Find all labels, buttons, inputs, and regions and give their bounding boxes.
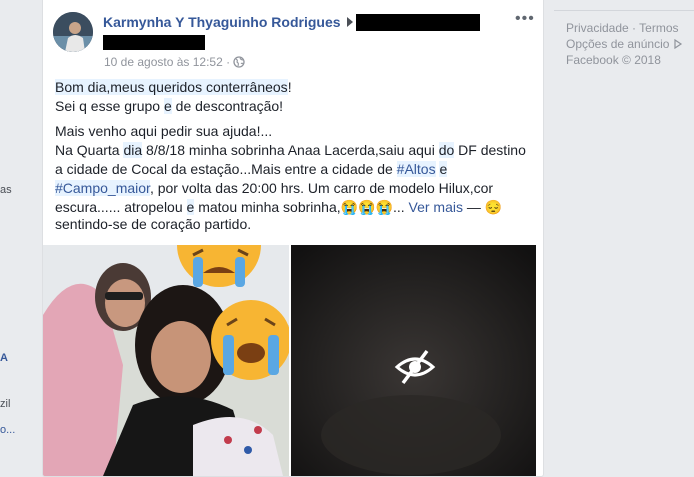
hidden-photo[interactable] [291, 245, 536, 476]
terms-link[interactable]: Termos [639, 21, 678, 35]
text-highlight: e [163, 98, 172, 114]
text: ! [287, 79, 292, 95]
text: Sei q esse grupo [55, 98, 164, 114]
sidebar-footer: Privacidade · Termos Opções de anúncio F… [566, 20, 694, 68]
text: Na Quarta [55, 142, 124, 158]
feeling-emoji: 😔 [484, 199, 503, 215]
text: matou minha sobrinha, [194, 199, 341, 215]
author-name[interactable]: Karmynha Y Thyaguinho Rodrigues [103, 14, 341, 30]
text: Mais venho aqui pedir sua ajuda!... [55, 123, 273, 139]
text: escura...... atropelou [55, 199, 187, 215]
text: 8/8/18 minha sobrinha Anaa Lacerda,saiu … [142, 142, 439, 158]
eye-slash-icon [394, 349, 436, 385]
text: , por volta das 20:00 hrs. Um carro de m… [149, 180, 494, 196]
text-highlight: do [438, 142, 455, 158]
fragment-text: as [0, 184, 12, 196]
crying-emoji: 😭😭😭 [340, 199, 393, 215]
text: a cidade de Cocal da estação...Mais entr… [55, 161, 397, 177]
text: ... [392, 199, 409, 215]
text: de descontração! [171, 98, 284, 114]
ad-choices-icon[interactable] [673, 38, 683, 50]
hashtag-link[interactable]: #Campo_maior [55, 180, 150, 196]
fragment-text: zil [0, 398, 11, 410]
author-avatar[interactable] [53, 12, 93, 52]
post-card: Karmynha Y Thyaguinho Rodrigues 10 de ag… [42, 0, 544, 477]
more-options-icon[interactable]: ••• [515, 11, 535, 27]
text-highlight: dia [123, 142, 143, 158]
hashtag-link[interactable]: #Altos [396, 161, 436, 177]
sidebar-divider [554, 10, 694, 11]
see-more-link[interactable]: Ver mais [409, 199, 463, 215]
ad-choices-link[interactable]: Opções de anúncio [566, 37, 669, 51]
text-highlight: e [439, 161, 448, 177]
text: DF destino [454, 142, 526, 158]
redacted-text [103, 35, 205, 50]
fragment-letter: A [0, 352, 8, 364]
fragment-link[interactable]: o... [0, 424, 15, 436]
post-photo[interactable] [43, 245, 289, 476]
copyright: Facebook © 2018 [566, 53, 661, 67]
left-column-fragments: as A zil o... [0, 0, 40, 476]
post-body: Bom dia,meus queridos conterrâneos! Sei … [55, 78, 535, 217]
redacted-group-name [356, 14, 480, 31]
feeling-text: sentindo-se de coração partido. [55, 216, 252, 232]
post-timestamp[interactable]: 10 de agosto às 12:52 · [104, 55, 230, 69]
globe-icon[interactable] [233, 56, 245, 68]
privacy-link[interactable]: Privacidade [566, 21, 629, 35]
arrow-right-icon [347, 17, 353, 27]
text: — [462, 199, 485, 215]
text-highlight: Bom dia,meus queridos conterrâneos [55, 79, 288, 95]
